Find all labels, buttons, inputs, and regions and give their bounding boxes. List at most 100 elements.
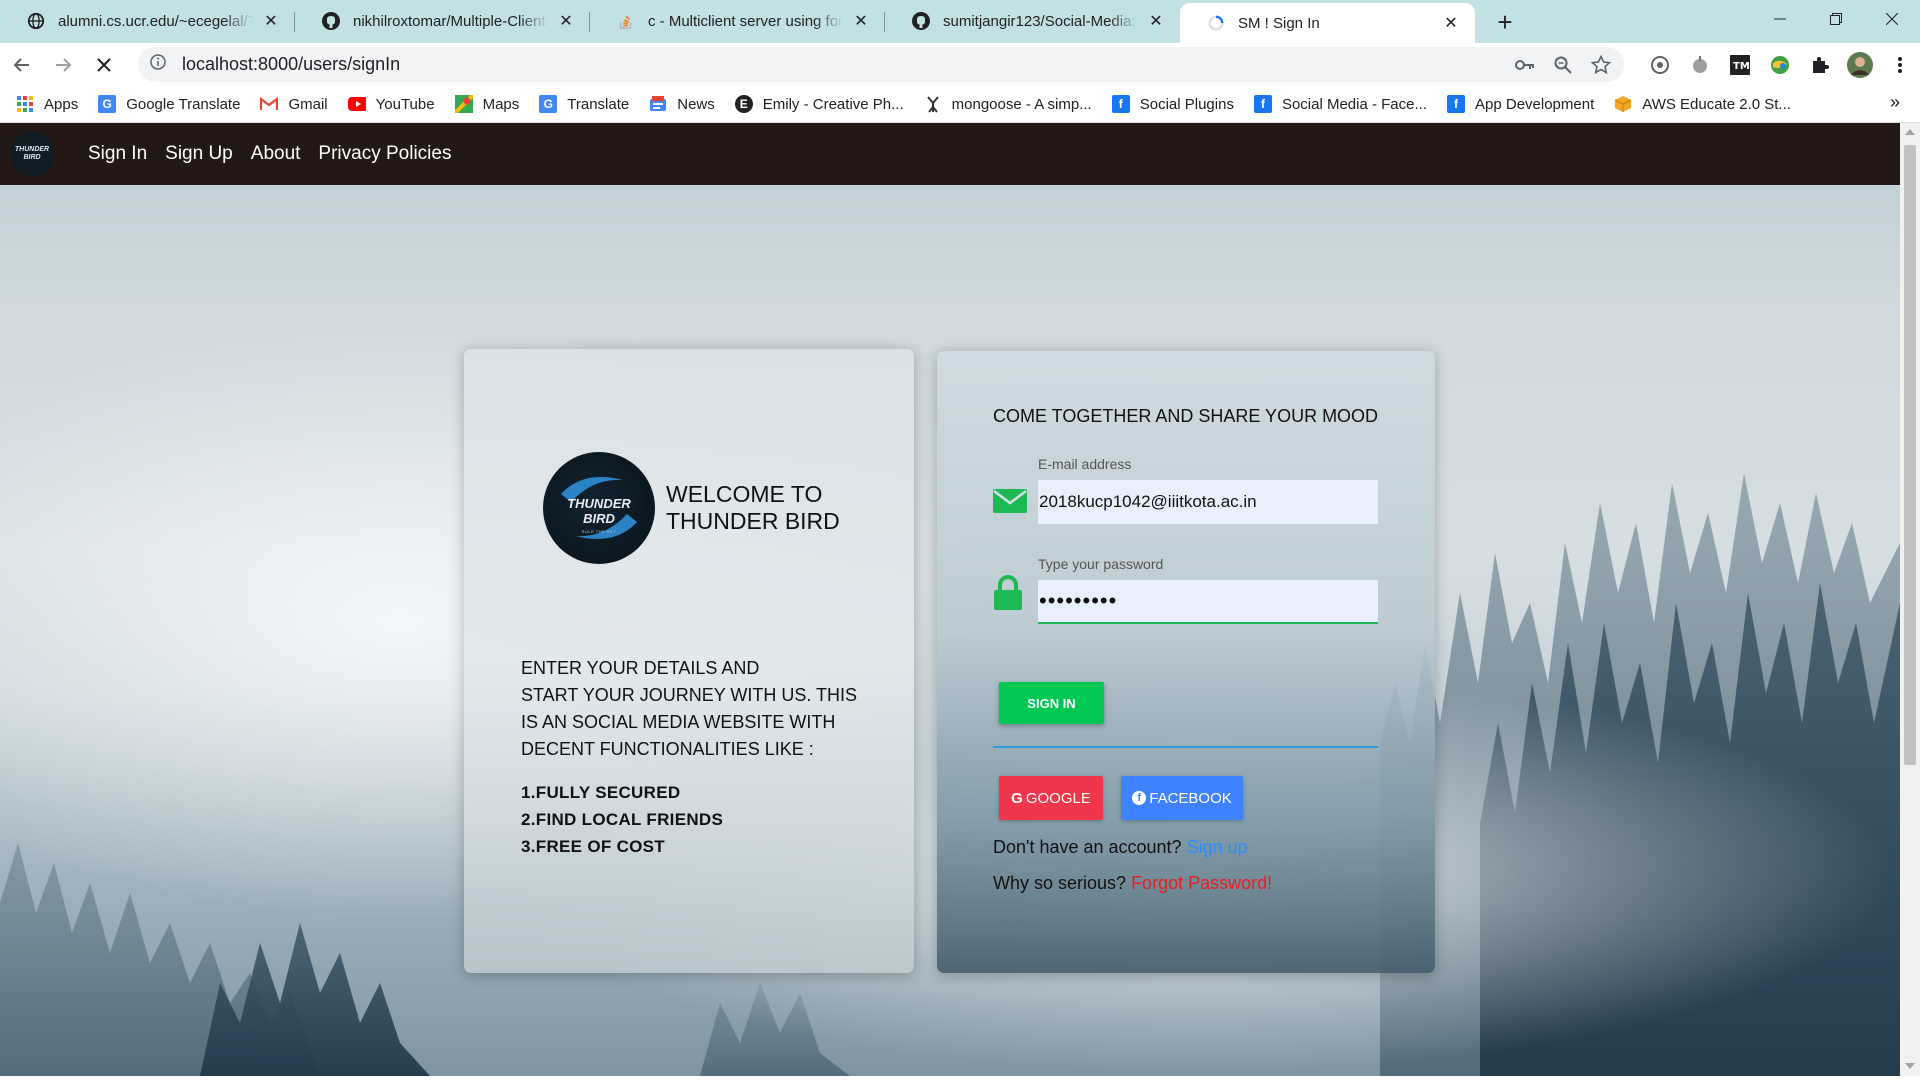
maps-icon bbox=[454, 95, 473, 113]
extension-circle-icon[interactable] bbox=[1640, 48, 1680, 82]
forward-button[interactable] bbox=[44, 46, 82, 84]
new-tab-button[interactable]: + bbox=[1485, 4, 1525, 40]
nav-privacy-policies[interactable]: Privacy Policies bbox=[318, 143, 451, 165]
google-icon: G bbox=[1011, 789, 1023, 807]
bookmark-label: Social Plugins bbox=[1139, 95, 1234, 113]
feature-item: 2.FIND LOCAL FRIENDS bbox=[521, 810, 724, 829]
sign-in-button[interactable]: SIGN IN bbox=[999, 682, 1104, 724]
password-label: Type your password bbox=[1038, 556, 1164, 572]
bookmark-label: Apps bbox=[44, 95, 79, 113]
apps-grid-icon bbox=[16, 95, 34, 113]
bookmark-google-translate[interactable]: G Google Translate bbox=[98, 95, 240, 113]
scrollbar-thumb[interactable] bbox=[1904, 145, 1916, 765]
intro-line: ENTER YOUR DETAILS AND bbox=[521, 658, 760, 678]
welcome-card: THUNDER BIRD RULE THE SKY WELCOME TO THU… bbox=[464, 349, 914, 973]
url-input[interactable] bbox=[180, 53, 1510, 76]
stop-loading-button[interactable] bbox=[85, 46, 123, 84]
sign-up-link[interactable]: Sign up bbox=[1187, 837, 1248, 857]
google-login-button[interactable]: G GOOGLE bbox=[999, 776, 1103, 820]
feature-item: 1.FULLY SECURED bbox=[521, 783, 681, 802]
browser-tab[interactable]: sumitjangir123/Social-Media: thi ✕ bbox=[885, 3, 1180, 39]
thunder-bird-logo: THUNDER BIRD RULE THE SKY bbox=[543, 452, 655, 564]
bookmark-apps[interactable]: Apps bbox=[16, 95, 78, 113]
bookmark-aws-educate[interactable]: AWS Educate 2.0 St... bbox=[1614, 95, 1791, 113]
close-icon[interactable]: ✕ bbox=[1146, 11, 1166, 31]
minimize-icon[interactable] bbox=[1752, 0, 1808, 38]
svg-text:TM: TM bbox=[1733, 61, 1750, 72]
divider bbox=[993, 746, 1378, 748]
restore-icon[interactable] bbox=[1808, 0, 1864, 38]
extension-apple-icon[interactable] bbox=[1680, 48, 1720, 82]
aws-box-icon bbox=[1614, 95, 1632, 113]
sign-in-tagline: COME TOGETHER AND SHARE YOUR MOOD bbox=[993, 406, 1379, 426]
bookmark-social-plugins[interactable]: f Social Plugins bbox=[1111, 95, 1234, 113]
translate-icon: G bbox=[539, 95, 558, 113]
news-icon bbox=[649, 95, 667, 113]
nav-sign-in[interactable]: Sign In bbox=[88, 143, 147, 165]
browser-tab-strip: alumni.cs.ucr.edu/~ecegelal/TAf/ ✕ nikhi… bbox=[0, 0, 1920, 43]
close-icon[interactable]: ✕ bbox=[261, 11, 281, 31]
address-bar[interactable] bbox=[138, 47, 1624, 82]
puzzle-icon[interactable] bbox=[1800, 48, 1840, 82]
facebook-icon: f bbox=[1253, 95, 1272, 113]
bookmark-app-development[interactable]: f App Development bbox=[1447, 95, 1594, 113]
bookmark-label: News bbox=[677, 95, 715, 113]
facebook-icon: f bbox=[1111, 95, 1130, 113]
browser-tab-active[interactable]: SM ! Sign In ✕ bbox=[1180, 3, 1475, 43]
close-icon[interactable]: ✕ bbox=[1441, 13, 1461, 33]
bookmark-label: Google Translate bbox=[126, 95, 241, 113]
intro-line: START YOUR JOURNEY WITH US. THIS bbox=[521, 685, 858, 705]
github-icon bbox=[911, 11, 931, 31]
nav-sign-up[interactable]: Sign Up bbox=[165, 143, 233, 165]
facebook-icon: f bbox=[1447, 95, 1465, 113]
tab-title: nikhilroxtomar/Multiple-Client-S bbox=[353, 12, 548, 30]
extensions-area: TM bbox=[1640, 48, 1920, 82]
tab-title: c - Multiclient server using fork() bbox=[648, 12, 843, 30]
profile-avatar-icon[interactable] bbox=[1840, 48, 1880, 82]
intro-line: IS AN SOCIAL MEDIA WEBSITE WITH bbox=[521, 712, 836, 732]
bookmark-mongoose[interactable]: mongoose - A simp... bbox=[924, 95, 1092, 113]
scroll-down-arrow-icon[interactable] bbox=[1905, 1063, 1915, 1069]
feature-item: 3.FREE OF COST bbox=[521, 837, 665, 856]
github-icon bbox=[321, 11, 341, 31]
browser-tab[interactable]: c - Multiclient server using fork() ✕ bbox=[590, 3, 885, 39]
key-icon[interactable] bbox=[1510, 50, 1540, 80]
password-input[interactable] bbox=[1038, 580, 1378, 624]
bookmark-news[interactable]: News bbox=[649, 95, 715, 113]
email-input[interactable] bbox=[1038, 480, 1378, 524]
bookmark-maps[interactable]: Maps bbox=[454, 95, 519, 113]
page-scrollbar[interactable] bbox=[1900, 123, 1920, 1076]
tab-title: alumni.cs.ucr.edu/~ecegelal/TAf/ bbox=[58, 12, 253, 30]
mongoose-icon bbox=[924, 95, 942, 113]
menu-kebab-icon[interactable] bbox=[1880, 48, 1920, 82]
bookmark-gmail[interactable]: Gmail bbox=[260, 95, 328, 113]
zoom-icon[interactable] bbox=[1548, 50, 1578, 80]
back-button[interactable] bbox=[3, 46, 41, 84]
info-icon[interactable] bbox=[150, 54, 166, 75]
google-label: GOOGLE bbox=[1025, 789, 1091, 807]
bookmark-emily[interactable]: E Emily - Creative Ph... bbox=[734, 95, 904, 113]
browser-tab[interactable]: alumni.cs.ucr.edu/~ecegelal/TAf/ ✕ bbox=[0, 3, 295, 39]
facebook-label: FACEBOOK bbox=[1149, 789, 1232, 807]
gmail-icon bbox=[260, 95, 279, 113]
scroll-up-arrow-icon[interactable] bbox=[1905, 129, 1915, 135]
bookmarks-overflow-button[interactable]: » bbox=[1890, 92, 1900, 113]
close-icon[interactable]: ✕ bbox=[556, 11, 576, 31]
forgot-password-link[interactable]: Forgot Password! bbox=[1131, 873, 1272, 893]
bookmark-social-media[interactable]: f Social Media - Face... bbox=[1253, 95, 1427, 113]
bookmark-youtube[interactable]: YouTube bbox=[347, 95, 435, 113]
back-arrow-icon bbox=[13, 57, 29, 72]
browser-tab[interactable]: nikhilroxtomar/Multiple-Client-S ✕ bbox=[295, 3, 590, 39]
bookmark-label: Social Media - Face... bbox=[1281, 95, 1427, 113]
bookmark-translate[interactable]: G Translate bbox=[539, 95, 629, 113]
extension-tm-icon[interactable]: TM bbox=[1720, 48, 1760, 82]
site-logo[interactable]: THUNDER BIRD bbox=[10, 132, 54, 176]
extension-globe-icon[interactable] bbox=[1760, 48, 1800, 82]
close-icon[interactable]: ✕ bbox=[851, 11, 871, 31]
bookmark-star-icon[interactable] bbox=[1586, 50, 1616, 80]
facebook-login-button[interactable]: f FACEBOOK bbox=[1121, 776, 1243, 820]
window-close-icon[interactable] bbox=[1864, 0, 1920, 38]
signup-prompt: Don't have an account? Sign up bbox=[993, 837, 1248, 858]
loading-icon bbox=[1206, 13, 1226, 33]
nav-about[interactable]: About bbox=[251, 143, 301, 165]
